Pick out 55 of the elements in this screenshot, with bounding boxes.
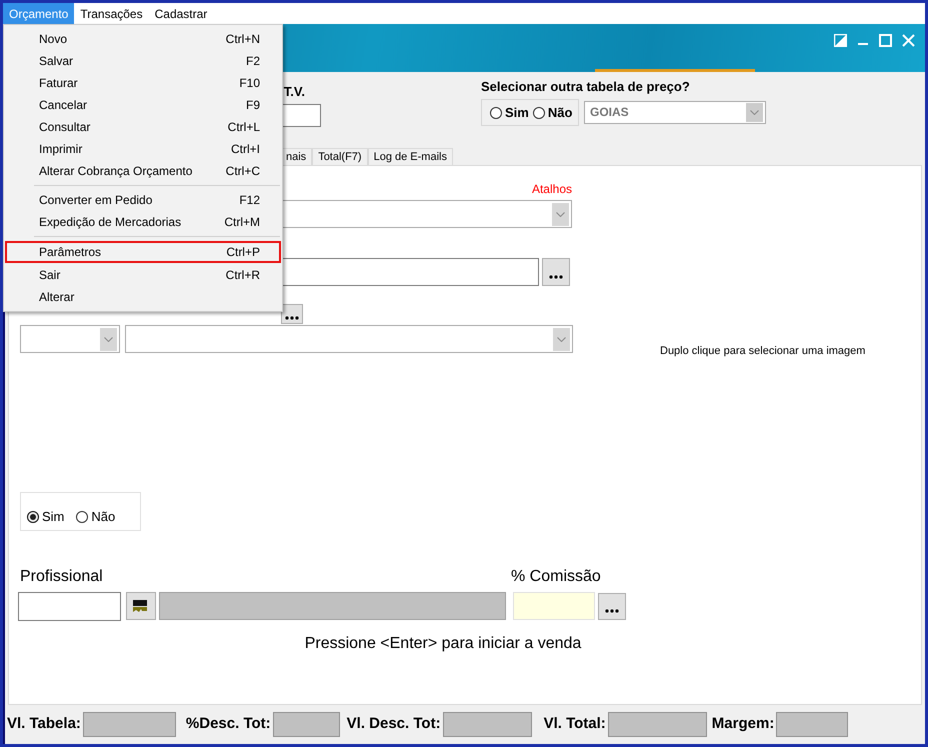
card-icon <box>133 599 149 613</box>
ellipsis-icon <box>605 608 619 612</box>
field-label: % Comissão <box>511 566 601 586</box>
tab[interactable]: nais <box>280 148 312 165</box>
radio-button[interactable] <box>490 106 502 119</box>
lookup-button[interactable] <box>126 592 156 620</box>
total-label: Margem: <box>712 714 774 734</box>
ellipsis-icon <box>285 316 299 320</box>
menu-item[interactable]: Consultar Ctrl+L <box>5 116 281 138</box>
dropdown-caret-icon[interactable] <box>552 202 569 226</box>
radio-label[interactable]: Não <box>91 507 116 526</box>
menu-item[interactable]: Parâmetros Ctrl+P <box>5 241 281 263</box>
menu-item[interactable]: Imprimir Ctrl+I <box>5 138 281 160</box>
radio-label[interactable]: Não <box>548 103 572 122</box>
radio-button[interactable] <box>27 510 39 523</box>
dropdown-field[interactable] <box>125 325 573 353</box>
input-field[interactable] <box>18 592 121 620</box>
dropdown-field[interactable] <box>20 325 120 353</box>
menu-item[interactable]: Faturar F10 <box>5 72 281 94</box>
image-hint: Duplo clique para selecionar uma imagem <box>660 344 866 359</box>
radio-button[interactable] <box>532 106 545 119</box>
radio-button[interactable] <box>76 510 88 523</box>
menu-item[interactable]: Novo Ctrl+N <box>5 28 281 50</box>
menu-item[interactable]: Sair Ctrl+R <box>5 264 281 286</box>
tab[interactable]: Log de E-mails <box>368 148 453 165</box>
menu-item[interactable]: Cancelar F9 <box>5 94 281 116</box>
menu-item[interactable]: Alterar Cobrança Orçamento Ctrl+C <box>5 160 281 182</box>
menu-item[interactable]: Alterar <box>5 286 281 308</box>
close-icon[interactable] <box>902 34 915 47</box>
tab[interactable]: Total(F7) <box>312 148 368 165</box>
menu-bar-item[interactable]: Transações <box>74 3 149 24</box>
total-label: %Desc. Tot: <box>186 714 271 734</box>
menu-item[interactable]: Expedição de Mercadorias Ctrl+M <box>5 211 281 233</box>
ellipsis-button[interactable] <box>598 592 626 620</box>
menu-item[interactable]: Salvar F2 <box>5 50 281 72</box>
menu-bar-item[interactable]: Cadastrar <box>148 3 214 24</box>
menu-item[interactable]: Converter em Pedido F12 <box>5 189 281 211</box>
ellipsis-button[interactable] <box>281 304 303 324</box>
restore-icon[interactable] <box>834 34 847 47</box>
total-label: Vl. Total: <box>544 714 606 734</box>
radio-label[interactable]: Sim <box>42 507 64 526</box>
ellipsis-icon <box>549 275 563 279</box>
question-label: Selecionar outra tabela de preço? <box>481 78 691 96</box>
maximize-icon[interactable] <box>879 34 892 47</box>
hint-text: Pressione <Enter> para iniciar a venda <box>304 634 582 654</box>
shortcuts-link[interactable]: Atalhos <box>532 180 572 198</box>
dropdown-caret-icon[interactable] <box>553 328 570 350</box>
total-label: Vl. Tabela: <box>7 714 81 734</box>
dropdown-caret-icon[interactable] <box>100 328 117 350</box>
radio-label[interactable]: Sim <box>505 103 529 122</box>
total-field <box>272 712 340 737</box>
field-label: Profissional <box>20 566 104 586</box>
total-label: Vl. Desc. Tot: <box>346 714 441 734</box>
field-label: T.V. <box>284 83 305 101</box>
ellipsis-button[interactable] <box>542 258 570 286</box>
